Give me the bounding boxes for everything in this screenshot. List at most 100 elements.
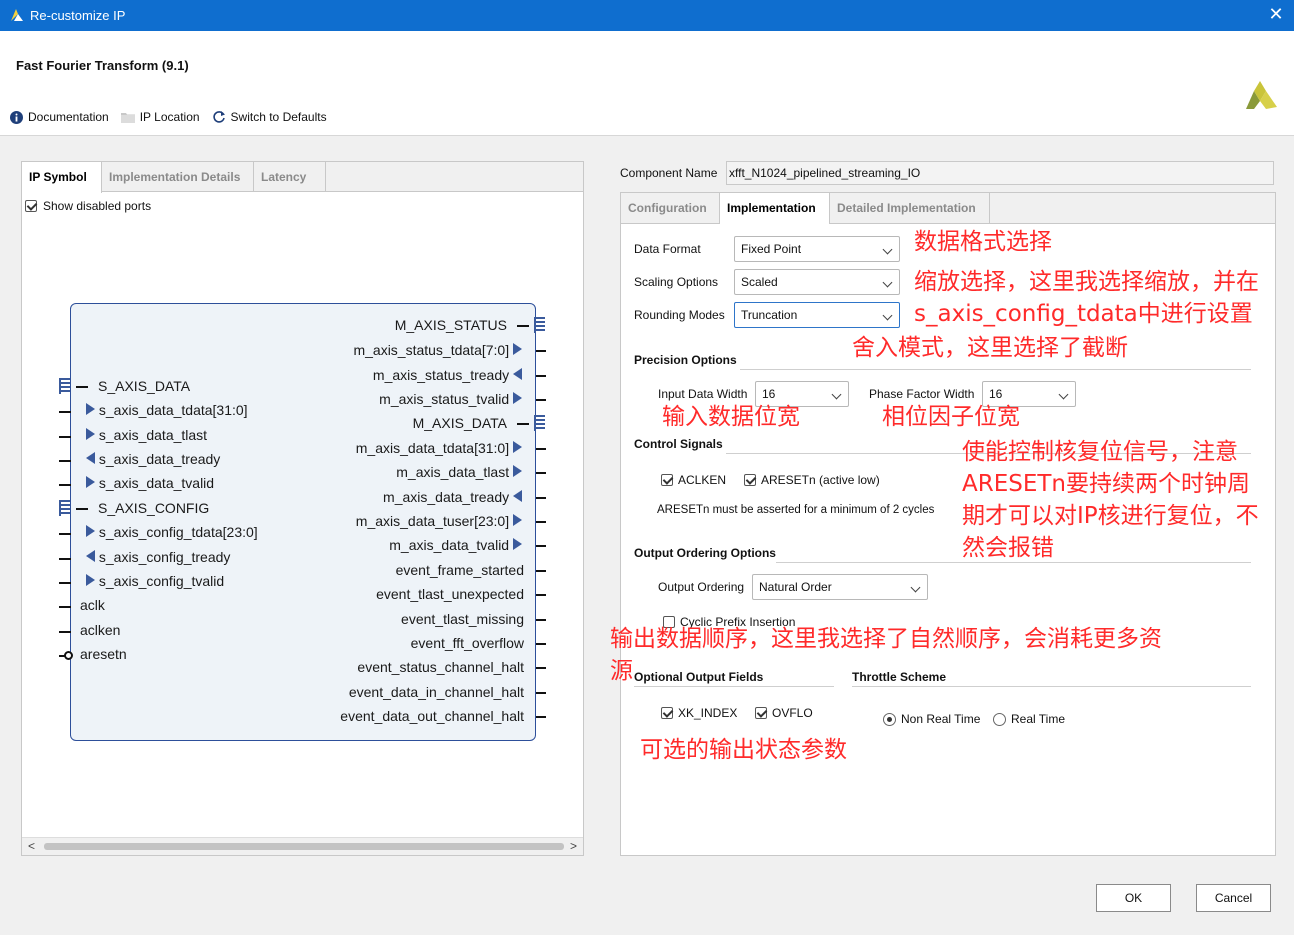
rounding-modes-select[interactable]: Truncation [734, 302, 900, 328]
port-s-axis-data-tlast: s_axis_data_tlast [86, 427, 207, 443]
tab-ip-symbol[interactable]: IP Symbol [22, 162, 102, 193]
port-event-tlast-missing: event_tlast_missing [401, 611, 524, 627]
ip-symbol-panel: IP Symbol Implementation Details Latency… [21, 161, 584, 856]
active-low-bubble-icon [64, 651, 73, 660]
ip-location-label: IP Location [139, 110, 200, 124]
port-line [536, 350, 546, 352]
cancel-button[interactable]: Cancel [1196, 884, 1271, 912]
annotation-scaling: 缩放选择，这里我选择缩放，并在 [914, 269, 1259, 295]
vivado-logo-icon [11, 9, 23, 21]
annotation-control-3: 期才可以对IP核进行复位，不 [962, 503, 1259, 529]
component-name-field[interactable]: xfft_N1024_pipelined_streaming_IO [726, 161, 1274, 185]
port-event-data-in-channel-halt: event_data_in_channel_halt [348, 684, 524, 700]
show-disabled-ports-row[interactable]: Show disabled ports [25, 199, 151, 213]
ok-button[interactable]: OK [1096, 884, 1171, 912]
documentation-button[interactable]: Documentation [10, 110, 109, 124]
divider [852, 686, 1251, 687]
port-m-axis-data-tready: m_axis_data_tready [383, 489, 522, 505]
output-arrow-icon [86, 550, 95, 562]
scroll-right-icon[interactable]: > [570, 839, 577, 853]
port-line [76, 386, 88, 388]
port-aresetn: aresetn [80, 646, 127, 662]
real-time-option[interactable]: Real Time [993, 712, 1065, 726]
port-line [536, 545, 546, 547]
divider [634, 686, 834, 687]
port-line [76, 508, 88, 510]
scrollbar-thumb[interactable] [44, 843, 564, 850]
xk-index-label: XK_INDEX [678, 706, 738, 720]
annotation-phase-width: 相位因子位宽 [882, 404, 1020, 430]
output-ordering-select[interactable]: Natural Order [752, 574, 928, 600]
port-m-axis-data-tvalid: m_axis_data_tvalid [389, 537, 522, 553]
output-ordering-heading: Output Ordering Options [634, 546, 776, 560]
port-s-axis-data: S_AXIS_DATA [98, 378, 191, 394]
output-arrow-icon [86, 452, 95, 464]
output-ordering-label: Output Ordering [658, 580, 745, 594]
annotation-ordering-1: 输出数据顺序，这里我选择了自然顺序，会消耗更多资 [610, 626, 1162, 652]
port-line [536, 497, 546, 499]
port-m-axis-data-tdata: m_axis_data_tdata[31:0] [356, 440, 522, 456]
port-line [536, 472, 546, 474]
port-m-axis-status-tready: m_axis_status_tready [373, 367, 522, 383]
scaling-options-label: Scaling Options [634, 275, 719, 289]
output-arrow-icon [513, 392, 522, 404]
close-icon[interactable]: ✕ [1266, 4, 1286, 25]
port-line [536, 619, 546, 621]
annotation-optional-fields: 可选的输出状态参数 [640, 737, 847, 763]
port-event-data-out-channel-halt: event_data_out_channel_halt [340, 708, 524, 724]
left-tab-bar: IP Symbol Implementation Details Latency [22, 162, 583, 193]
bus-icon [59, 378, 70, 394]
aresetn-option[interactable]: ARESETn (active low) [744, 473, 880, 487]
divider [740, 369, 1251, 370]
ovflo-checkbox[interactable] [755, 707, 767, 719]
tab-configuration[interactable]: Configuration [621, 193, 720, 223]
port-line [517, 423, 529, 425]
port-m-axis-data: M_AXIS_DATA [412, 415, 507, 431]
port-line [517, 325, 529, 327]
horizontal-scrollbar[interactable]: < > [22, 837, 583, 855]
output-arrow-icon [513, 343, 522, 355]
scaling-options-select[interactable]: Scaled [734, 269, 900, 295]
non-real-time-option[interactable]: Non Real Time [883, 712, 980, 726]
port-line [536, 643, 546, 645]
xk-index-checkbox[interactable] [661, 707, 673, 719]
input-arrow-icon [86, 476, 95, 488]
tab-implementation-details[interactable]: Implementation Details [102, 162, 254, 192]
show-disabled-ports-checkbox[interactable] [25, 200, 37, 212]
port-line [536, 667, 546, 669]
port-event-status-channel-halt: event_status_channel_halt [357, 659, 524, 675]
aclken-checkbox[interactable] [661, 474, 673, 486]
port-line [536, 521, 546, 523]
port-m-axis-data-tlast: m_axis_data_tlast [396, 464, 522, 480]
xk-index-option[interactable]: XK_INDEX [661, 706, 737, 720]
tab-implementation[interactable]: Implementation [720, 193, 830, 224]
toolbar: Documentation IP Location Switch to Defa… [10, 110, 327, 124]
page-title: Fast Fourier Transform (9.1) [16, 58, 189, 73]
optional-output-fields-heading: Optional Output Fields [634, 670, 764, 684]
data-format-select[interactable]: Fixed Point [734, 236, 900, 262]
ovflo-option[interactable]: OVFLO [755, 706, 813, 720]
port-line [536, 399, 546, 401]
chevron-down-icon [1058, 389, 1069, 400]
tab-detailed-implementation[interactable]: Detailed Implementation [830, 193, 990, 223]
port-m-axis-data-tuser: m_axis_data_tuser[23:0] [356, 513, 522, 529]
aclken-option[interactable]: ACLKEN [661, 473, 726, 487]
input-data-width-label: Input Data Width [658, 387, 748, 401]
switch-defaults-button[interactable]: Switch to Defaults [212, 110, 327, 124]
non-real-time-label: Non Real Time [901, 712, 981, 726]
ip-location-button[interactable]: IP Location [120, 110, 200, 124]
port-event-fft-overflow: event_fft_overflow [410, 635, 524, 651]
scroll-left-icon[interactable]: < [28, 839, 35, 853]
non-real-time-radio[interactable] [883, 712, 896, 726]
aresetn-checkbox[interactable] [744, 474, 756, 486]
real-time-radio[interactable] [993, 712, 1006, 726]
output-arrow-icon [513, 441, 522, 453]
output-arrow-icon [513, 538, 522, 550]
real-time-label: Real Time [1011, 712, 1066, 726]
right-tab-bar: Configuration Implementation Detailed Im… [621, 193, 1275, 224]
tab-latency[interactable]: Latency [254, 162, 326, 192]
port-line [59, 411, 71, 413]
chevron-down-icon [910, 582, 921, 593]
port-line [59, 631, 71, 633]
input-arrow-icon [86, 428, 95, 440]
